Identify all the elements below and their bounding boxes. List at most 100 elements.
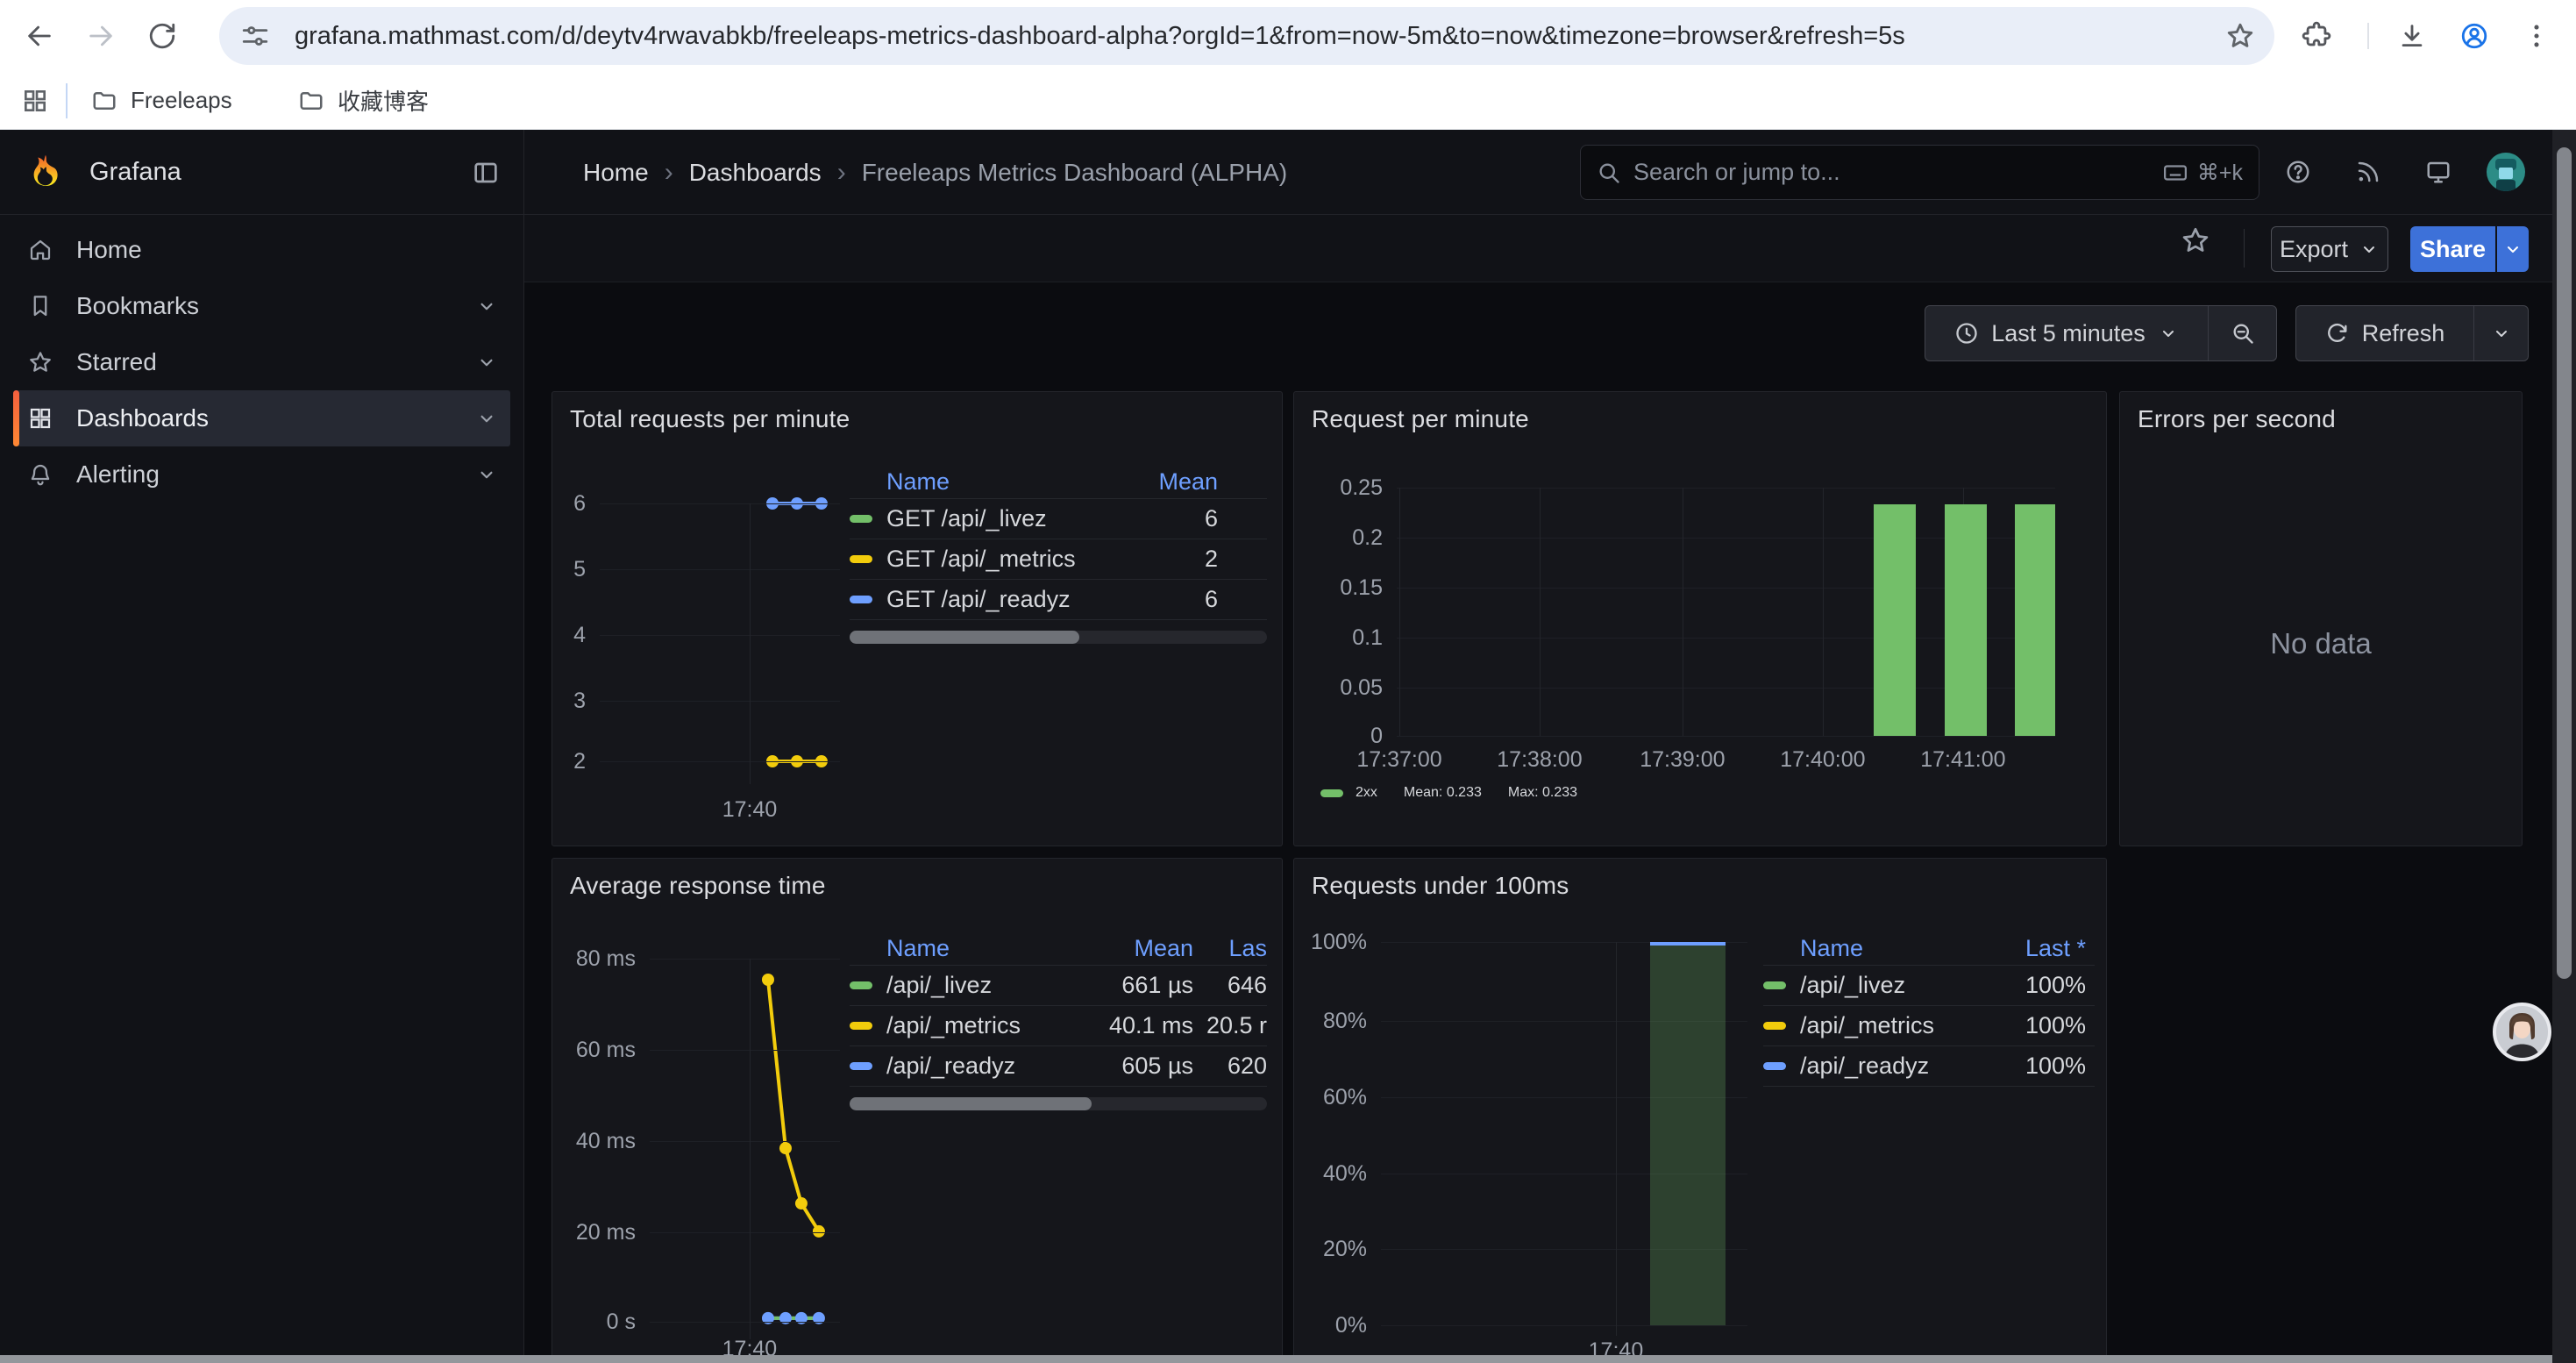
legend-row[interactable]: /api/_livez100% xyxy=(1763,966,2095,1006)
legend-row[interactable]: /api/_readyz605 µs620 xyxy=(850,1046,1267,1087)
chevron-down-icon xyxy=(2359,239,2380,260)
bar xyxy=(1874,504,1916,736)
user-avatar[interactable] xyxy=(2487,153,2525,191)
zoom-out-button[interactable] xyxy=(2208,306,2276,360)
panel-title[interactable]: Errors per second xyxy=(2138,405,2336,433)
refresh-button[interactable]: Refresh xyxy=(2296,306,2473,360)
sidebar-item-bookmarks[interactable]: Bookmarks xyxy=(13,278,510,334)
chevron-down-icon xyxy=(2491,323,2512,344)
breadcrumb-dashboards[interactable]: Dashboards xyxy=(689,159,822,187)
help-icon[interactable] xyxy=(2285,159,2311,185)
legend-header-name[interactable]: Name xyxy=(850,935,1071,962)
vertical-scrollbar-thumb[interactable] xyxy=(2557,147,2572,979)
url-bar[interactable]: grafana.mathmast.com/d/deytv4rwavabkb/fr… xyxy=(219,7,2274,65)
legend-series-name: GET /api/_livez xyxy=(850,505,1118,532)
panel-title[interactable]: Request per minute xyxy=(1312,405,1529,433)
legend-item: Max: 0.233 xyxy=(1508,785,1577,801)
y-tick-label: 0.1 xyxy=(1294,624,1383,652)
sidebar-item-alerting[interactable]: Alerting xyxy=(13,446,510,503)
panel-title[interactable]: Total requests per minute xyxy=(570,405,850,433)
gridline-h xyxy=(650,959,840,960)
downloads-icon[interactable] xyxy=(2397,21,2427,51)
panel-title[interactable]: Requests under 100ms xyxy=(1312,872,1569,900)
legend-row[interactable]: /api/_metrics100% xyxy=(1763,1006,2095,1046)
time-range-picker[interactable]: Last 5 minutes xyxy=(1925,306,2208,360)
browser-toolbar: grafana.mathmast.com/d/deytv4rwavabkb/fr… xyxy=(0,0,2576,72)
legend-row[interactable]: GET /api/_livez6 xyxy=(850,499,1267,539)
legend-row[interactable]: GET /api/_metrics2 xyxy=(850,539,1267,580)
sidebar-item-home[interactable]: Home xyxy=(13,222,510,278)
y-tick-label: 0 s xyxy=(552,1308,636,1336)
legend-header-name[interactable]: Name xyxy=(1763,935,1989,962)
bookmark-folder-freeleaps[interactable]: Freeleaps xyxy=(91,72,232,129)
bookmark-label: Freeleaps xyxy=(131,87,232,114)
legend-header-value[interactable]: Mean xyxy=(1118,468,1267,496)
panel-errors-per-second: Errors per second No data xyxy=(2119,391,2523,846)
legend-scrollbar-thumb[interactable] xyxy=(850,1097,1092,1110)
extensions-icon[interactable] xyxy=(2302,21,2331,51)
legend-table: NameMeanGET /api/_livez6GET /api/_metric… xyxy=(850,466,1267,644)
bookmark-star-icon[interactable] xyxy=(2225,21,2255,51)
sidebar-item-starred[interactable]: Starred xyxy=(13,334,510,390)
breadcrumb-separator: › xyxy=(665,158,673,188)
floating-avatar-widget[interactable] xyxy=(2493,1003,2551,1061)
legend-header-value[interactable]: Last * xyxy=(1989,935,2095,962)
site-settings-icon[interactable] xyxy=(240,21,270,51)
brand-name: Grafana xyxy=(89,130,181,215)
news-rss-icon[interactable] xyxy=(2355,159,2381,185)
export-button[interactable]: Export xyxy=(2271,226,2388,272)
share-dropdown-button[interactable] xyxy=(2497,226,2529,272)
chevron-down-icon[interactable] xyxy=(475,407,498,430)
chart-plot xyxy=(600,503,840,761)
sidebar-toggle-icon[interactable] xyxy=(472,159,500,187)
series-color-dash xyxy=(850,555,872,563)
forward-icon[interactable] xyxy=(86,21,116,51)
grafana-logo[interactable] xyxy=(26,153,65,191)
browser-toolbar-divider xyxy=(2367,23,2369,49)
apps-grid-icon[interactable] xyxy=(21,87,51,117)
profile-icon[interactable] xyxy=(2459,21,2489,51)
back-icon[interactable] xyxy=(25,21,54,51)
y-tick-label: 2 xyxy=(552,747,586,775)
share-button[interactable]: Share xyxy=(2410,226,2495,272)
chevron-down-icon[interactable] xyxy=(475,351,498,374)
legend-value: 100% xyxy=(1989,1053,2095,1080)
gridline-v xyxy=(1540,488,1541,736)
legend-row[interactable]: /api/_metrics40.1 ms20.5 r xyxy=(850,1006,1267,1046)
series-color-dash xyxy=(1763,1062,1786,1070)
series-color-dash xyxy=(1763,1022,1786,1030)
legend-row[interactable]: /api/_readyz100% xyxy=(1763,1046,2095,1087)
chevron-down-icon[interactable] xyxy=(475,295,498,318)
menu-kebab-icon[interactable] xyxy=(2522,21,2551,51)
search-input[interactable]: Search or jump to... ⌘+k xyxy=(1580,145,2259,200)
sidebar-item-dashboards[interactable]: Dashboards xyxy=(13,390,510,446)
y-tick-label: 0.05 xyxy=(1294,674,1383,702)
legend-row[interactable]: /api/_livez661 µs646 xyxy=(850,966,1267,1006)
legend-header-value[interactable]: Las xyxy=(1193,935,1267,962)
monitor-icon[interactable] xyxy=(2425,159,2451,185)
legend-header: NameMean xyxy=(850,466,1267,499)
legend-scrollbar-thumb[interactable] xyxy=(850,631,1079,644)
legend-header-value[interactable]: Mean xyxy=(1071,935,1193,962)
bookmarks-divider xyxy=(66,83,68,118)
breadcrumb-current: Freeleaps Metrics Dashboard (ALPHA) xyxy=(862,159,1288,187)
time-controls: Last 5 minutes xyxy=(1925,305,2277,361)
favorite-star-icon[interactable] xyxy=(2180,225,2211,256)
bookmark-folder-blogs[interactable]: 收藏博客 xyxy=(298,72,429,129)
horizontal-scrollbar[interactable] xyxy=(0,1355,2552,1363)
legend-row[interactable]: GET /api/_readyz6 xyxy=(850,580,1267,620)
gridline-h xyxy=(650,1232,840,1233)
legend-item[interactable]: 2xx xyxy=(1320,785,1377,801)
reload-icon[interactable] xyxy=(147,21,177,51)
series-color-dash xyxy=(850,515,872,523)
dashboard-canvas: Last 5 minutes Refresh Total requests pe… xyxy=(524,282,2552,1363)
breadcrumb-home[interactable]: Home xyxy=(583,159,649,187)
legend-header-name[interactable]: Name xyxy=(850,468,1118,496)
y-tick-label: 4 xyxy=(552,621,586,649)
chevron-down-icon[interactable] xyxy=(475,463,498,486)
legend-series-name: /api/_metrics xyxy=(850,1012,1071,1039)
panel-title[interactable]: Average response time xyxy=(570,872,826,900)
legend-value: 20.5 r xyxy=(1193,1012,1267,1039)
refresh-interval-dropdown[interactable] xyxy=(2473,306,2528,360)
no-data-text: No data xyxy=(2120,627,2522,660)
